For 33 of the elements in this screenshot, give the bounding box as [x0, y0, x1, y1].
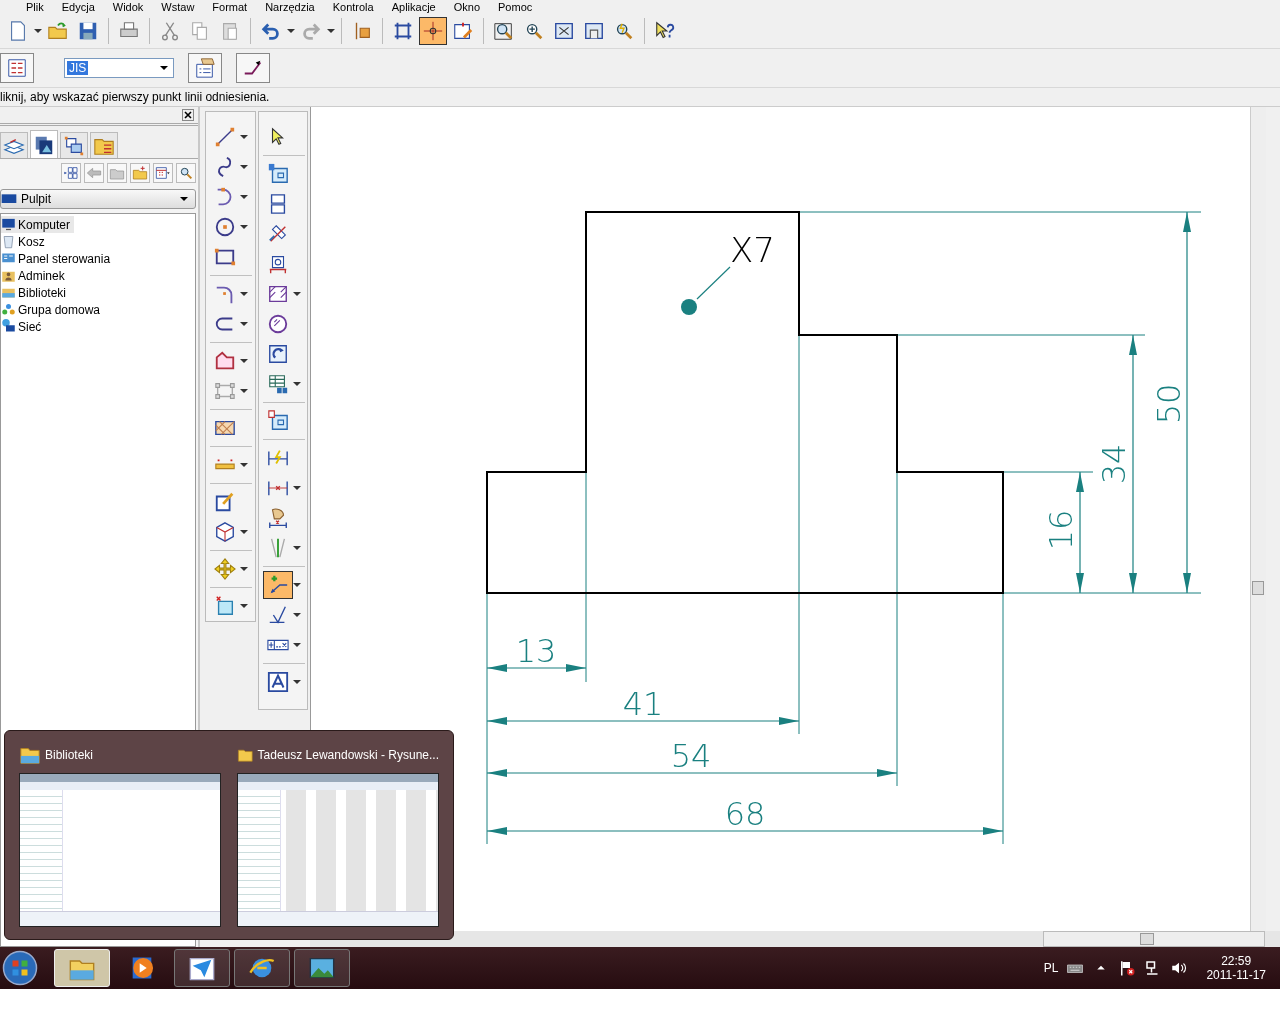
- clock-time[interactable]: 22:59: [1221, 954, 1252, 968]
- folder-tree-item[interactable]: Grupa domowa: [1, 301, 105, 318]
- menu-item[interactable]: Okno: [453, 0, 480, 14]
- dimension-style-value: JIS: [67, 61, 89, 75]
- menu-item[interactable]: Wstaw: [161, 0, 195, 14]
- window-title: Biblioteki: [45, 748, 94, 762]
- menu-item[interactable]: Widok: [112, 0, 144, 14]
- dimension-value: 50: [1150, 383, 1188, 425]
- dimension-value: 41: [622, 685, 664, 723]
- folder-tree-item[interactable]: Biblioteki: [1, 284, 71, 301]
- dimension-value: 54: [670, 737, 712, 775]
- menu-item[interactable]: Format: [212, 0, 248, 14]
- reference-label: X7: [730, 230, 775, 270]
- dimension-value: 16: [1042, 509, 1080, 551]
- language-indicator[interactable]: PL: [1043, 961, 1059, 975]
- menu-item[interactable]: Edycja: [61, 0, 95, 14]
- menu-item[interactable]: Kontrola: [332, 0, 374, 14]
- command-prompt: liknij, aby wskazać pierwszy punkt linii odniesienia.: [0, 88, 1280, 107]
- dimension-value: 13: [515, 632, 557, 670]
- menu-item[interactable]: Pomoc: [498, 0, 533, 14]
- menu-item[interactable]: Plik: [26, 0, 44, 14]
- menu-item[interactable]: Narzędzia: [265, 0, 315, 14]
- dimension-style-dropdown[interactable]: JIS: [64, 58, 174, 78]
- folder-tree-item[interactable]: Panel sterowania: [1, 250, 115, 267]
- menu-item[interactable]: Aplikacje: [391, 0, 436, 14]
- folder-tree-item[interactable]: Adminek: [1, 267, 69, 284]
- folder-tree-item[interactable]: Komputer: [1, 216, 75, 233]
- location-dropdown[interactable]: Pulpit: [0, 189, 196, 209]
- dimension-value: 34: [1095, 443, 1133, 485]
- clock-date[interactable]: 2011-11-17: [1206, 968, 1266, 982]
- folder-tree-item[interactable]: Kosz: [1, 233, 49, 250]
- folder-tree-item[interactable]: Sieć: [1, 318, 46, 335]
- dimension-value: 68: [724, 795, 766, 833]
